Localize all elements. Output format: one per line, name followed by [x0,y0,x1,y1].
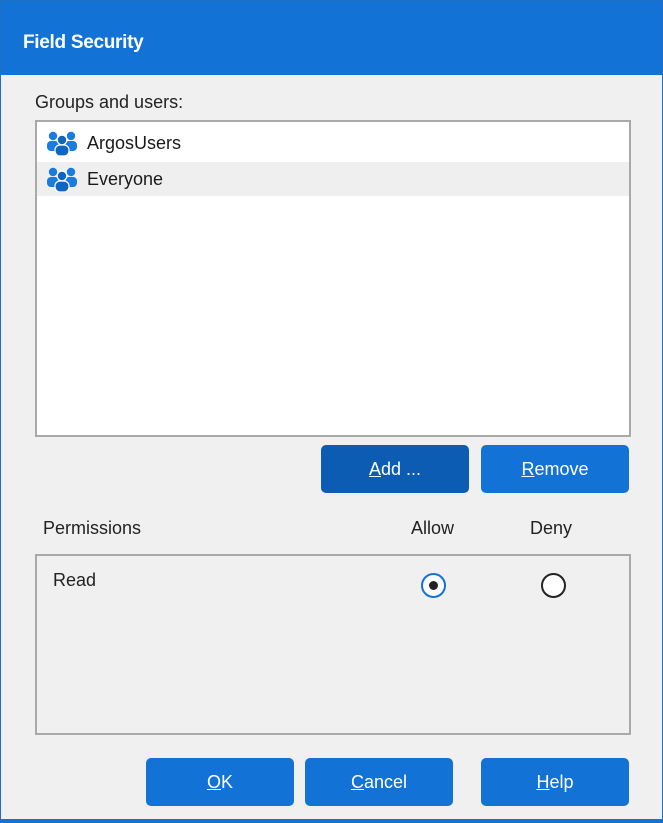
help-button-mnemonic: H [536,772,550,792]
bottom-accent-strip [1,819,662,822]
add-button-mnemonic: A [368,459,381,479]
help-button[interactable]: Help [481,758,629,806]
cancel-button-label: ancel [363,772,408,792]
field-security-dialog: Field Security Groups and users: ArgosUs… [0,0,663,823]
add-button-label: dd ... [380,459,422,479]
cancel-button[interactable]: Cancel [305,758,453,806]
allow-read-radio[interactable] [421,573,446,598]
users-group-icon [46,130,78,157]
remove-button-mnemonic: R [521,459,535,479]
deny-read-radio[interactable] [541,573,566,598]
groups-and-users-label: Groups and users: [35,92,184,112]
add-button[interactable]: Add ... [321,445,469,493]
ok-button[interactable]: OK [146,758,294,806]
users-group-icon [46,166,78,193]
permission-name: Read [53,570,97,590]
ok-button-label: K [221,772,234,792]
list-item-label: Everyone [87,169,164,189]
groups-and-users-list[interactable]: ArgosUsers Everyone [35,120,631,437]
cancel-button-mnemonic: C [350,772,364,792]
allow-header: Allow [411,518,455,538]
permissions-list: Read [35,554,631,735]
dialog-title: Field Security [23,32,144,53]
deny-header: Deny [530,518,573,538]
list-item[interactable]: Everyone [37,162,629,196]
title-bar[interactable]: Field Security [1,1,662,75]
list-item-label: ArgosUsers [87,133,182,153]
permissions-header: Permissions [43,518,142,538]
list-item[interactable]: ArgosUsers [37,126,629,160]
remove-button[interactable]: Remove [481,445,629,493]
remove-button-label: emove [534,459,589,479]
help-button-label: elp [549,772,574,792]
ok-button-mnemonic: O [206,772,221,792]
